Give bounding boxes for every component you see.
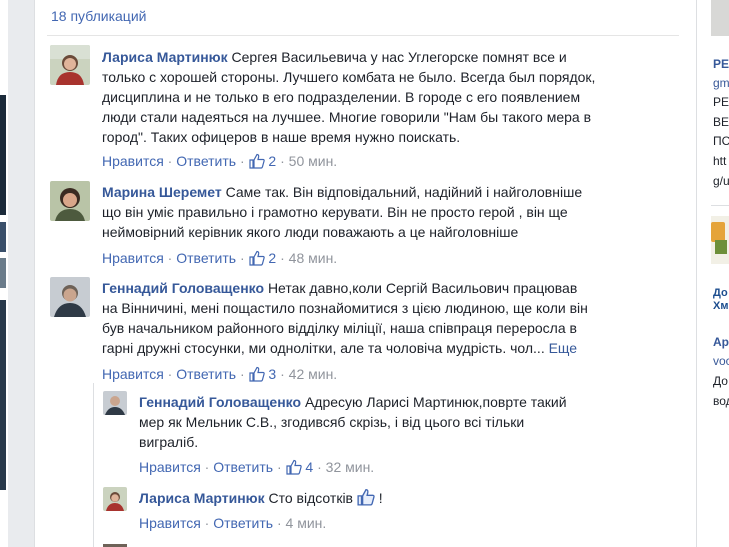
sidebar-ad-text: До <box>713 374 728 388</box>
comment-text-line: город". Таких офицеров в наше время нужн… <box>102 129 461 145</box>
like-link[interactable]: Нравится <box>102 250 164 266</box>
reply-thread-line <box>93 383 94 547</box>
sidebar-text-line: PE <box>713 95 729 109</box>
comment-text-line: только с хорошей стороны. Лучшего комбат… <box>102 69 596 85</box>
like-count[interactable]: 2 <box>248 153 276 169</box>
avatar[interactable] <box>103 391 127 415</box>
like-link[interactable]: Нравится <box>102 366 164 382</box>
comment-actions: Нравится · Ответить · 3 · 42 мин. <box>102 365 337 383</box>
comment: Геннадий Головащенко Нетак давно,коли Се… <box>50 277 680 387</box>
sidebar-ad-image[interactable] <box>711 216 729 264</box>
right-sidebar: PE gm PE BE ПС htt g/u До Хм Ар voc До в… <box>697 0 729 547</box>
sidebar-title[interactable]: PE <box>713 56 729 73</box>
thumbs-up-icon <box>357 488 375 511</box>
see-more-link[interactable]: Еще <box>549 340 578 356</box>
reply-actions: Нравится · Ответить · 4 мин. <box>139 515 327 531</box>
comment-text-line: що він уміє правильно і грамотно керуват… <box>102 204 568 220</box>
sidebar-ad-caption: До Хм <box>713 287 729 312</box>
left-photo-fragment <box>0 95 6 215</box>
comment-text-line: був начальником районного відділку міліц… <box>102 320 577 336</box>
comment-text-line: неймовірний керівник якого люди поважают… <box>102 224 519 240</box>
comment-actions: Нравится · Ответить · 2 · 48 мин. <box>102 249 337 267</box>
reply-actions: Нравится · Ответить · 4 · 32 мин. <box>139 458 374 476</box>
divider <box>47 35 679 36</box>
sidebar-ad-text: вод <box>713 394 729 408</box>
thumbs-up-icon <box>248 250 265 270</box>
sidebar-link[interactable]: gm <box>713 75 729 92</box>
avatar[interactable] <box>103 487 127 511</box>
reply-link[interactable]: Ответить <box>213 459 273 475</box>
like-count[interactable]: 2 <box>248 250 276 266</box>
sidebar-text-line: ПС <box>713 134 729 148</box>
reply-link[interactable]: Ответить <box>176 153 236 169</box>
like-link[interactable]: Нравится <box>102 153 164 169</box>
left-column-edge <box>0 0 8 547</box>
like-link[interactable]: Нравится <box>139 515 201 531</box>
comment-text-line: гарні дружні стосунки, ми однолітки, але… <box>102 340 545 356</box>
reply-link[interactable]: Ответить <box>176 250 236 266</box>
sidebar-text-line: g/u <box>713 174 729 188</box>
comment-text-line: Саме так. Він відповідальний, надійний і… <box>225 184 583 200</box>
left-photo-fragment <box>0 222 6 252</box>
comment-text-line: Сергея Васильевича у нас Углегорске помн… <box>231 49 567 65</box>
reply-text: Сто відсотків <box>268 490 353 506</box>
avatar[interactable] <box>50 181 90 221</box>
reply-time[interactable]: 4 мин. <box>286 515 327 531</box>
comment-time[interactable]: 48 мин. <box>289 250 338 266</box>
sidebar-divider <box>711 205 729 206</box>
reply-link[interactable]: Ответить <box>176 366 236 382</box>
comments-panel: 18 публикаций Лариса Мартинюк Сергея Вас… <box>34 0 697 547</box>
comment: Лариса Мартинюк Сергея Васильевича у нас… <box>50 45 680 170</box>
comment-text-line: Нетак давно,коли Сергій Васильович працю… <box>267 280 578 296</box>
comment-author[interactable]: Марина Шеремет <box>102 184 222 200</box>
reply: Лариса Мартинюк Сто відсотків ! Нравится… <box>103 487 683 537</box>
comment-time[interactable]: 42 мин. <box>289 366 338 382</box>
left-photo-fragment <box>0 300 6 490</box>
publications-count[interactable]: 18 публикаций <box>51 8 146 24</box>
comment-actions: Нравится · Ответить · 2 · 50 мин. <box>102 152 337 170</box>
reply-text-line: Адресую Ларисі Мартинюк,поврте такий <box>304 394 567 410</box>
sidebar-text-line: htt <box>713 154 727 168</box>
sidebar-ad-link[interactable]: voc <box>713 353 729 370</box>
comment: Марина Шеремет Саме так. Він відповідаль… <box>50 181 680 271</box>
like-link[interactable]: Нравится <box>139 459 201 475</box>
thumbs-up-icon <box>285 459 302 479</box>
comment-text-line: на Вінничині, мені пощастило познайомити… <box>102 300 588 316</box>
sidebar-image[interactable] <box>711 0 729 36</box>
reply-text-line: мер як Мельник С.В., згодивсяб скрізь, і… <box>139 414 525 430</box>
reply-text-line: виграліб. <box>139 434 199 450</box>
like-count[interactable]: 3 <box>248 366 276 382</box>
comment-time[interactable]: 50 мин. <box>289 153 338 169</box>
avatar[interactable] <box>50 45 90 85</box>
comment-text-line: люди стали надеяться на лучшее. Многие г… <box>102 109 592 125</box>
reply: Геннадий Головащенко Адресую Ларисі Март… <box>103 391 683 481</box>
comment-text-line: дисциплина и не только в его подразделен… <box>102 89 581 105</box>
reply-time[interactable]: 32 мин. <box>326 459 375 475</box>
comment-author[interactable]: Геннадий Головащенко <box>102 280 264 296</box>
reply-link[interactable]: Ответить <box>213 515 273 531</box>
left-photo-fragment <box>0 258 6 288</box>
comment-author[interactable]: Лариса Мартинюк <box>102 49 228 65</box>
like-count[interactable]: 4 <box>285 459 313 475</box>
reply-author[interactable]: Геннадий Головащенко <box>139 394 301 410</box>
reply-text: ! <box>378 490 383 506</box>
sidebar-text-line: BE <box>713 115 729 129</box>
sidebar-ad-title[interactable]: Ар <box>713 334 729 351</box>
thumbs-up-icon <box>248 153 265 173</box>
avatar[interactable] <box>50 277 90 317</box>
thumbs-up-icon <box>248 366 265 386</box>
reply-author[interactable]: Лариса Мартинюк <box>139 490 265 506</box>
